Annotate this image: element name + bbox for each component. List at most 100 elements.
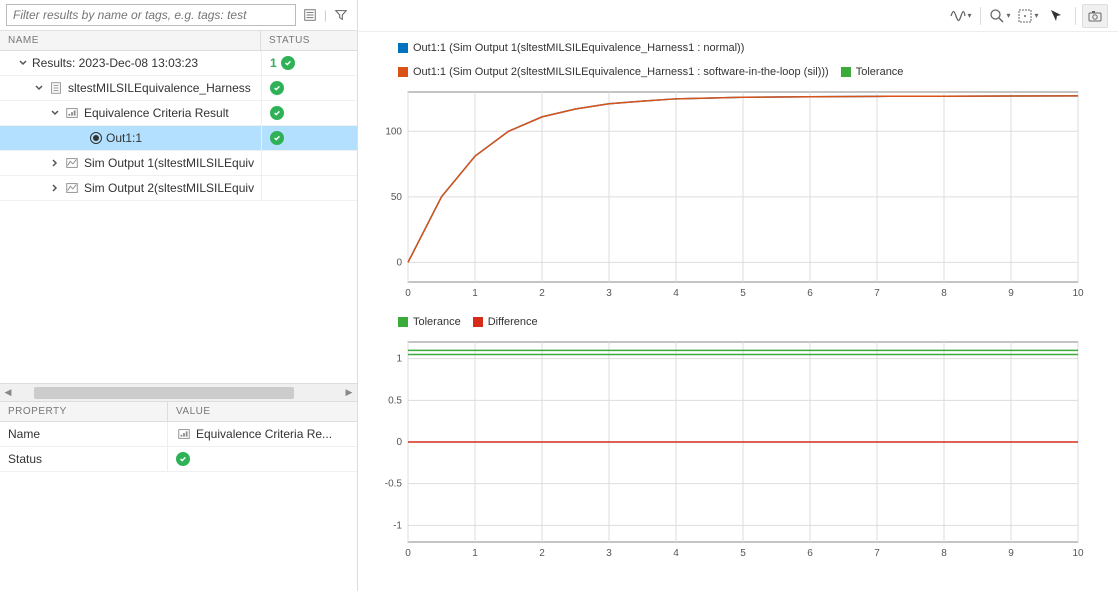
svg-text:0: 0 (405, 548, 411, 559)
legend-label: Tolerance (413, 316, 461, 328)
legend-item: Out1:1 (Sim Output 2(sltestMILSILEquival… (398, 66, 829, 78)
svg-text:0: 0 (396, 437, 402, 448)
svg-text:2: 2 (539, 288, 545, 299)
expander-icon[interactable] (50, 108, 60, 118)
svg-text:3: 3 (606, 548, 612, 559)
legend-label: Out1:1 (Sim Output 2(sltestMILSILEquival… (413, 66, 829, 78)
property-name: Name (0, 422, 168, 446)
criteria-icon (176, 426, 192, 442)
tree-row[interactable]: Results: 2023-Dec-08 13:03:23 1 (0, 51, 357, 76)
property-header-val: VALUE (168, 402, 357, 421)
radio-icon (90, 132, 102, 144)
legend-item: Tolerance (398, 316, 461, 328)
legend-label: Out1:1 (Sim Output 1(sltestMILSILEquival… (413, 42, 744, 54)
status-count: 1 (270, 56, 277, 70)
svg-text:6: 6 (807, 288, 813, 299)
chart-bottom[interactable]: 0 1 2 3 4 5 6 7 8 9 10 -1 -0.5 0 0.5 1 (368, 336, 1098, 566)
svg-text:9: 9 (1008, 548, 1014, 559)
svg-text:0: 0 (405, 288, 411, 299)
criteria-icon (64, 105, 80, 121)
tree-row[interactable]: sltestMILSILEquivalence_Harness (0, 76, 357, 101)
camera-icon[interactable] (1082, 4, 1108, 28)
tree-item-label: Equivalence Criteria Result (84, 106, 229, 120)
tree-item-label: Sim Output 1(sltestMILSILEquiv (84, 156, 254, 170)
svg-text:0: 0 (396, 257, 402, 268)
legend-item: Out1:1 (Sim Output 1(sltestMILSILEquival… (398, 42, 744, 54)
legend-item: Tolerance (841, 66, 904, 78)
filter-bar: | (0, 0, 357, 31)
left-panel: | NAME STATUS Results: 2023-Dec-08 13:03… (0, 0, 358, 591)
property-header-prop: PROPERTY (0, 402, 168, 421)
doc-icon (48, 80, 64, 96)
svg-text:5: 5 (740, 288, 746, 299)
zoom-icon[interactable]: ▾ (987, 4, 1013, 28)
right-panel: ▾ ▾ ▾ Out1:1 (Sim Output 1(sltestMILSILE… (358, 0, 1118, 591)
tree-row[interactable]: Sim Output 1(sltestMILSILEquiv (0, 151, 357, 176)
svg-text:10: 10 (1072, 288, 1084, 299)
signal-icon (64, 180, 80, 196)
tree-header: NAME STATUS (0, 31, 357, 51)
legend-item: Difference (473, 316, 538, 328)
svg-text:1: 1 (472, 548, 478, 559)
tree-header-name: NAME (0, 31, 261, 50)
svg-text:8: 8 (941, 288, 947, 299)
scroll-right-arrow[interactable]: ▶ (341, 385, 357, 401)
svg-text:0.5: 0.5 (388, 395, 402, 406)
legend-label: Tolerance (856, 66, 904, 78)
svg-text:-0.5: -0.5 (385, 479, 403, 490)
scroll-thumb[interactable] (34, 387, 294, 399)
svg-text:7: 7 (874, 288, 880, 299)
svg-text:100: 100 (385, 126, 402, 137)
tree-row[interactable]: Out1:1 (0, 126, 357, 151)
svg-text:1: 1 (396, 354, 402, 365)
property-value: Equivalence Criteria Re... (196, 427, 332, 441)
waveform-icon[interactable]: ▾ (948, 4, 974, 28)
svg-text:8: 8 (941, 548, 947, 559)
filter-icon[interactable] (331, 5, 351, 25)
svg-text:3: 3 (606, 288, 612, 299)
chart-legend-bottom: Tolerance Difference (398, 316, 1098, 328)
svg-text:10: 10 (1072, 548, 1084, 559)
legend-label: Difference (488, 316, 538, 328)
expander-icon[interactable] (50, 158, 60, 168)
svg-text:-1: -1 (393, 520, 402, 531)
property-row: Status (0, 447, 357, 472)
property-panel: PROPERTY VALUE Name Equivalence Criteria … (0, 401, 357, 591)
expander-icon[interactable] (34, 83, 44, 93)
svg-text:2: 2 (539, 548, 545, 559)
tree-item-label: Sim Output 2(sltestMILSILEquiv (84, 181, 254, 195)
tree-row[interactable]: Equivalence Criteria Result (0, 101, 357, 126)
tree-item-label: Out1:1 (106, 131, 142, 145)
svg-text:4: 4 (673, 548, 679, 559)
tree-header-status: STATUS (261, 31, 357, 50)
plot-area: Out1:1 (Sim Output 1(sltestMILSILEquival… (358, 32, 1118, 591)
cursor-icon[interactable] (1043, 4, 1069, 28)
tree-row[interactable]: Sim Output 2(sltestMILSILEquiv (0, 176, 357, 201)
pass-icon (281, 56, 295, 70)
pass-icon (270, 131, 284, 145)
svg-text:6: 6 (807, 548, 813, 559)
horizontal-scrollbar[interactable]: ◀ ▶ (0, 383, 357, 401)
svg-text:4: 4 (673, 288, 679, 299)
svg-text:9: 9 (1008, 288, 1014, 299)
chart-legend-top: Out1:1 (Sim Output 1(sltestMILSILEquival… (398, 42, 1098, 78)
scroll-left-arrow[interactable]: ◀ (0, 385, 16, 401)
plot-toolbar: ▾ ▾ ▾ (358, 0, 1118, 32)
tree-item-label: sltestMILSILEquivalence_Harness (68, 81, 251, 95)
expander-icon[interactable] (18, 58, 28, 68)
filter-input[interactable] (6, 4, 296, 26)
svg-text:7: 7 (874, 548, 880, 559)
pass-icon (176, 452, 190, 466)
list-icon[interactable] (300, 5, 320, 25)
svg-text:1: 1 (472, 288, 478, 299)
pass-icon (270, 106, 284, 120)
tree-body: Results: 2023-Dec-08 13:03:23 1 sltestMIL… (0, 51, 357, 383)
svg-text:50: 50 (391, 192, 403, 203)
fit-icon[interactable]: ▾ (1015, 4, 1041, 28)
property-row: Name Equivalence Criteria Re... (0, 422, 357, 447)
property-name: Status (0, 447, 168, 471)
tree-item-label: Results: 2023-Dec-08 13:03:23 (32, 56, 198, 70)
expander-icon[interactable] (50, 183, 60, 193)
svg-text:5: 5 (740, 548, 746, 559)
chart-top[interactable]: 012345678910050100 (368, 86, 1098, 306)
